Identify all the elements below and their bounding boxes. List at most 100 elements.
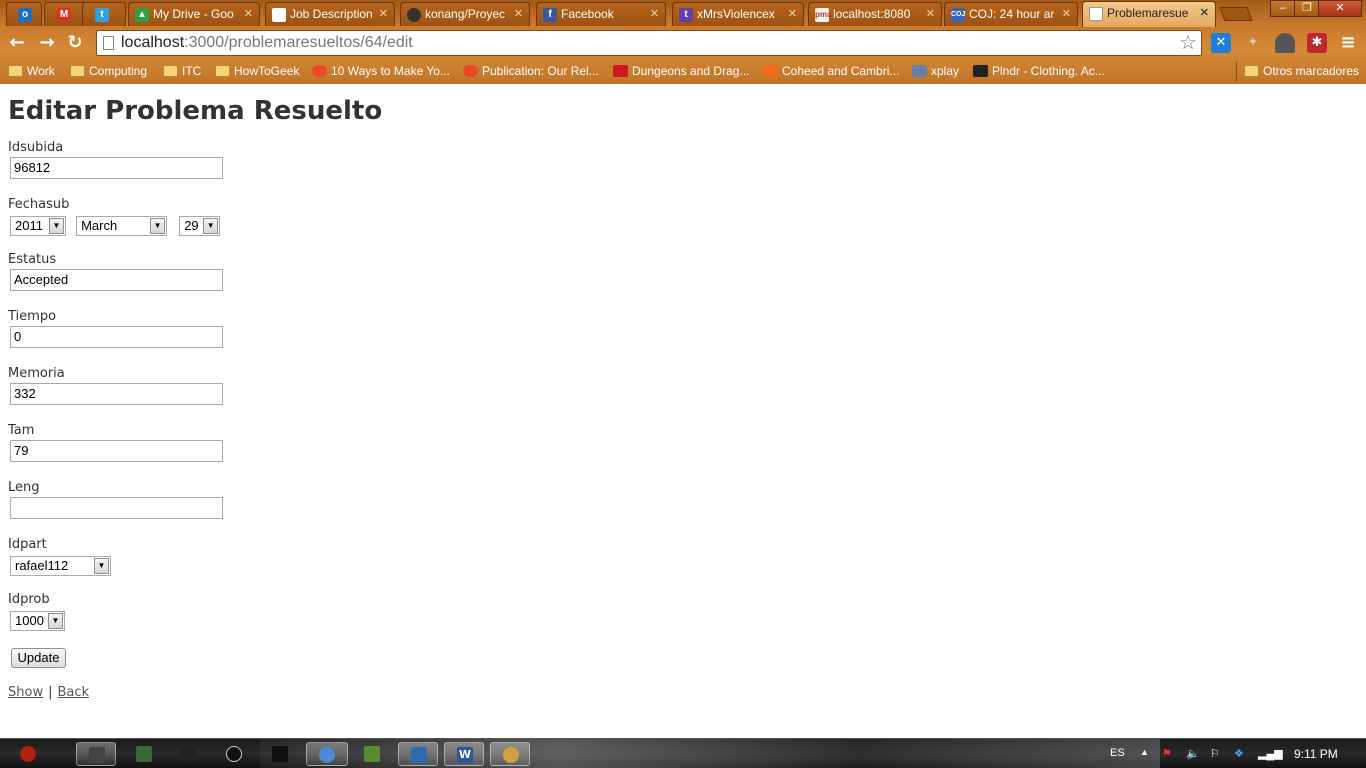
show-link[interactable]: Show (8, 685, 43, 700)
twitch-icon: t (679, 8, 693, 22)
tab-coj[interactable]: COJ COJ: 24 hour ar ✕ (944, 2, 1078, 26)
bookmark-plndr[interactable]: Plndr - Clothing. Ac... (973, 63, 1105, 80)
bookmark-coheed[interactable]: Coheed and Cambri... (763, 63, 899, 80)
field-tam: Tam 79 (8, 422, 223, 462)
bookmark-xplay[interactable]: xplay (912, 63, 959, 80)
taskbar-paint[interactable] (490, 742, 530, 766)
volume-muted-icon[interactable]: 🔈 (1186, 747, 1200, 760)
fechasub-day-select[interactable]: 29 ▼ (179, 216, 221, 236)
flag-icon[interactable]: ⚐ (1210, 747, 1220, 760)
clock[interactable]: 9:11 PM (1294, 747, 1338, 761)
action-center-icon[interactable]: ⚑ (1162, 747, 1172, 760)
close-tab-icon[interactable]: ✕ (379, 3, 388, 25)
bookmark-10-ways[interactable]: 10 Ways to Make Yo... (312, 63, 450, 80)
idsubida-input[interactable]: 96812 (10, 157, 223, 179)
minimize-button[interactable]: ‒ (1270, 0, 1296, 17)
bookmark-publication[interactable]: Publication: Our Rel... (463, 63, 599, 80)
bookmark-work[interactable]: Work (8, 63, 55, 80)
taskbar-virtualbox[interactable] (398, 742, 438, 766)
bookmark-label: Plndr - Clothing. Ac... (992, 64, 1105, 78)
menu-icon[interactable]: ≡ (1338, 33, 1358, 53)
bookmark-howtogeek[interactable]: HowToGeek (215, 63, 299, 80)
tab-twitter[interactable]: t (82, 2, 126, 26)
start-button[interactable] (6, 742, 50, 766)
bookmark-dungeons[interactable]: Dungeons and Drag... (613, 63, 749, 80)
taskbar-chrome[interactable] (306, 742, 348, 766)
reload-icon[interactable]: ↻ (64, 32, 86, 54)
back-link[interactable]: Back (57, 685, 89, 700)
forward-arrow-icon[interactable]: → (36, 32, 58, 54)
tab-my-drive[interactable]: ▲ My Drive - Goo ✕ (128, 2, 260, 26)
github-icon (407, 8, 421, 22)
tab-facebook[interactable]: f Facebook ✕ (536, 2, 666, 26)
bookmark-other[interactable]: Otros marcadores (1244, 63, 1359, 80)
bookmark-label: ITC (182, 64, 202, 78)
idprob-label: Idprob (8, 592, 50, 607)
taskbar-explorer[interactable] (76, 742, 116, 766)
tab-problemaresueltos[interactable]: Problemaresue ✕ (1082, 1, 1216, 27)
network-signal-icon[interactable]: ▂▄▆ (1258, 747, 1283, 760)
fechasub-month-select[interactable]: March ▼ (76, 216, 168, 236)
close-tab-icon[interactable]: ✕ (514, 3, 523, 25)
outlook-icon: o (18, 8, 32, 22)
update-button[interactable]: Update (11, 648, 66, 668)
bookmark-label: Publication: Our Rel... (482, 64, 599, 78)
taskbar-notes[interactable] (260, 742, 300, 766)
tab-twitch[interactable]: t xMrsViolencex ✕ (672, 2, 804, 26)
close-tab-icon[interactable]: ✕ (926, 3, 935, 25)
tam-input[interactable]: 79 (10, 440, 223, 462)
plndr-icon (973, 65, 988, 77)
back-arrow-icon[interactable]: ← (6, 32, 28, 54)
tab-outlook[interactable]: o (6, 2, 42, 26)
taskbar-word[interactable]: W (444, 742, 484, 766)
tab-localhost-8080[interactable]: pma localhost:8080 ✕ (808, 2, 942, 26)
chevron-down-icon: ▼ (49, 218, 64, 234)
field-estatus: Estatus Accepted (8, 251, 223, 291)
address-bar[interactable]: localhost:3000/problemaresueltos/64/edit… (96, 30, 1202, 56)
taskbar-app[interactable] (214, 742, 254, 766)
field-tiempo: Tiempo 0 (8, 308, 223, 348)
idpart-select[interactable]: rafael112 ▼ (10, 556, 111, 576)
fechasub-label: Fechasub (8, 197, 70, 212)
chevron-down-icon: ▼ (150, 218, 166, 234)
tiempo-input[interactable]: 0 (10, 326, 223, 348)
taskbar-media[interactable] (168, 742, 208, 766)
bookmark-star-icon[interactable]: ☆ (1179, 31, 1197, 55)
close-tab-icon[interactable]: ✕ (244, 3, 253, 25)
extension-sparkle-icon[interactable]: ✦ (1243, 33, 1263, 53)
tab-label: konang/Proyec (425, 7, 506, 21)
memoria-input[interactable]: 332 (10, 383, 223, 405)
close-tab-icon[interactable]: ✕ (1200, 2, 1209, 24)
tab-label: COJ: 24 hour ar (969, 7, 1055, 21)
dropbox-icon[interactable]: ❖ (1234, 747, 1244, 760)
new-tab-button[interactable] (1219, 7, 1253, 21)
idpart-label: Idpart (8, 537, 47, 552)
gmail-icon: M (57, 8, 71, 22)
extension-ghostery-icon[interactable] (1275, 33, 1295, 53)
extension-lastpass-icon[interactable]: ✱ (1307, 33, 1327, 53)
cube-icon (411, 747, 427, 763)
language-indicator[interactable]: ES (1110, 747, 1125, 759)
close-tab-icon[interactable]: ✕ (1062, 3, 1071, 25)
bookmark-label: Dungeons and Drag... (632, 64, 750, 78)
close-window-button[interactable]: ✕ (1318, 0, 1362, 17)
tab-konang[interactable]: konang/Proyec ✕ (400, 2, 530, 26)
idprob-select[interactable]: 1000 ▼ (10, 611, 65, 631)
taskbar-minecraft[interactable] (352, 742, 392, 766)
tiempo-label: Tiempo (8, 309, 57, 324)
leng-input[interactable] (10, 497, 223, 519)
notes-icon (272, 746, 288, 762)
fechasub-year-select[interactable]: 2011 ▼ (10, 216, 66, 236)
close-tab-icon[interactable]: ✕ (788, 3, 797, 25)
taskbar-security[interactable] (124, 742, 164, 766)
restore-button[interactable]: ❐ (1294, 0, 1320, 17)
close-tab-icon[interactable]: ✕ (650, 3, 659, 25)
browser-chrome: o M t ▲ My Drive - Goo ✕ Job Description… (0, 0, 1366, 84)
estatus-input[interactable]: Accepted (10, 269, 223, 291)
bookmark-itc[interactable]: ITC (163, 63, 201, 80)
tab-job-description[interactable]: Job Description ✕ (265, 2, 395, 26)
show-hidden-icons-icon[interactable]: ▲ (1140, 747, 1149, 757)
start-orb-icon (20, 746, 36, 762)
extension-xmarks-icon[interactable]: ✕ (1211, 33, 1231, 53)
bookmark-computing[interactable]: Computing (70, 63, 147, 80)
